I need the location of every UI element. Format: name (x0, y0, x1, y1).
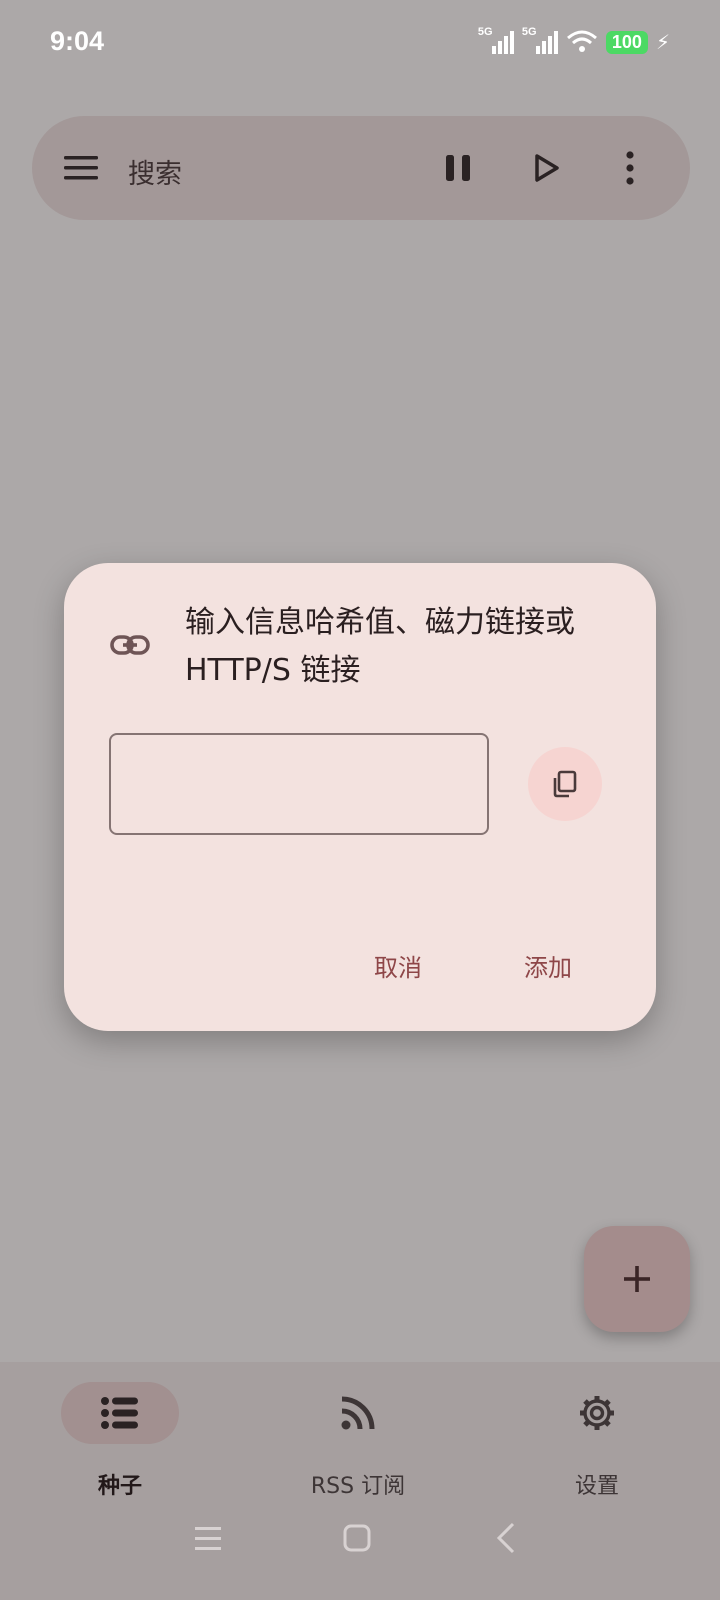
status-bar: 9:04 5G 5G 100 ⚡ (0, 0, 720, 90)
gear-icon[interactable] (577, 1393, 617, 1433)
link-input[interactable] (109, 733, 489, 835)
home-icon[interactable] (337, 1518, 377, 1558)
cancel-button[interactable]: 取消 (374, 948, 422, 983)
paste-icon[interactable] (550, 769, 580, 799)
nav-item-settings[interactable]: 设置 (500, 1382, 700, 1502)
system-navigation-bar (0, 1500, 720, 1600)
nav-label-settings: 设置 (574, 1474, 619, 1499)
pause-icon[interactable] (440, 150, 476, 186)
nav-label-torrents: 种子 (97, 1474, 142, 1499)
signal-icon: 5G (478, 26, 514, 56)
add-torrent-dialog: 输入信息哈希值、磁力链接或 HTTP/S 链接 取消 添加 (64, 563, 656, 1031)
add-fab[interactable] (584, 1226, 690, 1332)
status-time: 9:04 (50, 26, 105, 56)
wifi-icon (566, 30, 597, 52)
recents-icon[interactable] (188, 1518, 228, 1558)
more-vert-icon[interactable] (612, 148, 648, 188)
search-placeholder[interactable]: 搜索 (128, 152, 182, 191)
paste-button[interactable] (528, 747, 602, 821)
charging-icon: ⚡ (655, 30, 670, 54)
dialog-title: 输入信息哈希值、磁力链接或 HTTP/S 链接 (185, 605, 575, 688)
rss-icon[interactable] (338, 1393, 378, 1433)
nav-item-torrents[interactable]: 种子 (23, 1382, 223, 1502)
menu-icon[interactable] (62, 150, 102, 186)
status-icons: 5G 5G 100 ⚡ (478, 26, 670, 56)
link-icon (110, 635, 150, 655)
back-icon[interactable] (487, 1518, 527, 1558)
add-button[interactable]: 添加 (524, 948, 572, 983)
search-bar[interactable]: 搜索 (32, 116, 690, 220)
play-icon[interactable] (528, 150, 564, 186)
list-icon[interactable] (100, 1393, 140, 1433)
nav-label-rss: RSS 订阅 (310, 1474, 406, 1499)
plus-icon[interactable] (621, 1263, 653, 1295)
signal-icon: 5G (522, 26, 558, 56)
battery-indicator: 100 (605, 30, 648, 54)
nav-item-rss[interactable]: RSS 订阅 (261, 1382, 461, 1502)
